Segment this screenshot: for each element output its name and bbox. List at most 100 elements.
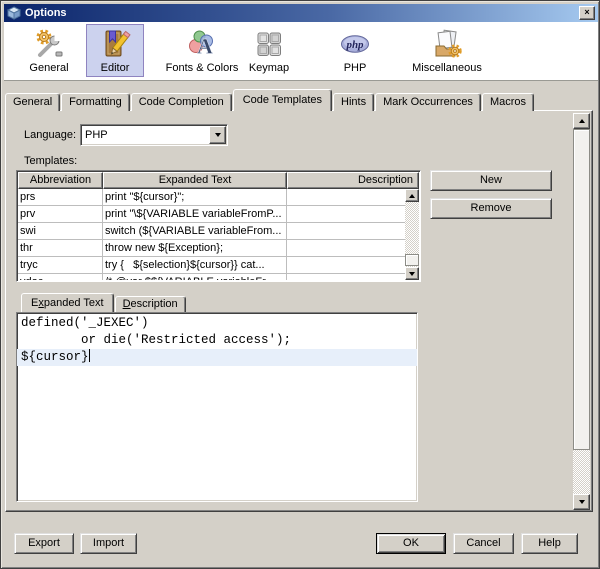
php-text-glyph: php <box>345 39 364 51</box>
combo-dropdown-button[interactable] <box>209 126 226 144</box>
ok-button[interactable]: OK <box>376 533 446 554</box>
tab-description[interactable]: Description <box>115 296 186 312</box>
cell-abbreviation: prv <box>18 206 103 223</box>
expanded-text-editor[interactable]: defined('_JEXEC') or die('Restricted acc… <box>16 312 418 502</box>
options-dialog: Options × General <box>0 0 600 569</box>
editor-active-line: ${cursor} <box>17 349 417 366</box>
scrollbar-thumb[interactable] <box>573 129 590 450</box>
cell-abbreviation: vdoc <box>18 274 103 280</box>
table-row[interactable]: tryc try { ${selection}${cursor}} cat... <box>18 257 407 274</box>
language-label: Language: <box>24 129 76 141</box>
language-select[interactable]: PHP <box>80 124 228 146</box>
tab-mnemonic: D <box>123 298 131 310</box>
scrollbar-thumb[interactable] <box>405 254 419 266</box>
text-caret <box>89 349 91 362</box>
tab-macros[interactable]: Macros <box>482 93 534 111</box>
cell-expanded-text: switch (${VARIABLE variableFrom... <box>103 223 287 240</box>
scroll-down-button[interactable] <box>573 494 590 510</box>
tab-label-part: panded Text <box>44 297 104 309</box>
keyboard-keys-icon <box>253 28 285 60</box>
book-pencil-icon <box>99 28 131 60</box>
php-logo-icon: php <box>339 28 371 60</box>
category-keymap[interactable]: Keymap <box>239 24 299 77</box>
cell-expanded-text: print "${cursor}"; <box>103 189 287 206</box>
column-header-expanded-text[interactable]: Expanded Text <box>103 172 287 189</box>
tab-label-part: escription <box>131 298 178 310</box>
templates-table: Abbreviation Expanded Text Description p… <box>16 170 421 282</box>
close-button[interactable]: × <box>579 6 595 20</box>
table-row[interactable]: thr throw new ${Exception}; <box>18 240 407 257</box>
tab-mark-occurrences[interactable]: Mark Occurrences <box>375 93 481 111</box>
language-value: PHP <box>81 129 209 141</box>
tab-code-templates[interactable]: Code Templates <box>233 89 332 111</box>
scroll-up-button[interactable] <box>405 189 419 202</box>
scroll-up-button[interactable] <box>573 113 590 129</box>
color-circles-letter-icon: A <box>186 28 218 60</box>
tab-hints[interactable]: Hints <box>333 93 374 111</box>
category-label: Miscellaneous <box>412 62 482 74</box>
cell-description <box>287 274 407 280</box>
cell-abbreviation: swi <box>18 223 103 240</box>
category-label: Editor <box>101 62 130 74</box>
chevron-down-icon <box>579 500 585 504</box>
tab-code-completion[interactable]: Code Completion <box>131 93 232 111</box>
title-bar[interactable]: Options × <box>4 4 598 22</box>
table-row[interactable]: swi switch (${VARIABLE variableFrom... <box>18 223 407 240</box>
cell-expanded-text: throw new ${Exception}; <box>103 240 287 257</box>
category-miscellaneous[interactable]: Miscellaneous <box>404 24 490 77</box>
code-templates-panel: Language: PHP Templates: Abbreviation Ex… <box>5 110 593 512</box>
remove-button[interactable]: Remove <box>430 198 552 219</box>
template-detail-tabstrip: Expanded Text Description <box>21 293 187 312</box>
chevron-down-icon <box>215 133 221 137</box>
cell-description <box>287 240 407 257</box>
cancel-button[interactable]: Cancel <box>453 533 514 554</box>
new-button[interactable]: New <box>430 170 552 191</box>
column-header-description[interactable]: Description <box>287 172 419 189</box>
editor-line-text: defined('_JEXEC') <box>21 316 149 330</box>
cell-expanded-text: /* @var $${VARIABLE variableFr... <box>103 274 287 280</box>
cell-description <box>287 189 407 206</box>
editor-line: defined('_JEXEC') <box>17 315 417 332</box>
table-row[interactable]: prv print "\${VARIABLE variableFromP... <box>18 206 407 223</box>
tab-general[interactable]: General <box>5 93 60 111</box>
editor-line-text: ${cursor} <box>21 350 89 364</box>
letter-a-glyph: A <box>197 34 213 59</box>
category-label: General <box>29 62 68 74</box>
table-header: Abbreviation Expanded Text Description <box>18 172 419 189</box>
category-editor[interactable]: Editor <box>86 24 144 77</box>
editor-line-text: or die('Restricted access'); <box>21 333 291 347</box>
gears-wrench-icon <box>33 28 65 60</box>
cell-abbreviation: prs <box>18 189 103 206</box>
column-header-abbreviation[interactable]: Abbreviation <box>18 172 103 189</box>
table-vertical-scrollbar[interactable] <box>405 189 419 280</box>
table-row[interactable]: prs print "${cursor}"; <box>18 189 407 206</box>
window-title: Options <box>25 7 579 19</box>
table-row[interactable]: vdoc /* @var $${VARIABLE variableFr... <box>18 274 407 280</box>
cell-abbreviation: tryc <box>18 257 103 274</box>
editor-line: or die('Restricted access'); <box>17 332 417 349</box>
cell-description <box>287 223 407 240</box>
category-general[interactable]: General <box>18 24 80 77</box>
chevron-up-icon <box>409 194 415 198</box>
chevron-up-icon <box>579 119 585 123</box>
cell-abbreviation: thr <box>18 240 103 257</box>
papers-gear-icon <box>431 28 463 60</box>
chevron-down-icon <box>409 272 415 276</box>
cell-expanded-text: try { ${selection}${cursor}} cat... <box>103 257 287 274</box>
category-label: Keymap <box>249 62 289 74</box>
help-button[interactable]: Help <box>521 533 578 554</box>
cell-description <box>287 257 407 274</box>
scroll-down-button[interactable] <box>405 267 419 280</box>
tab-formatting[interactable]: Formatting <box>61 93 130 111</box>
panel-vertical-scrollbar[interactable] <box>573 113 590 510</box>
tab-expanded-text[interactable]: Expanded Text <box>21 293 114 312</box>
category-php[interactable]: php PHP <box>325 24 385 77</box>
import-button[interactable]: Import <box>80 533 137 554</box>
templates-label: Templates: <box>24 155 77 167</box>
export-button[interactable]: Export <box>14 533 74 554</box>
window-cube-icon <box>7 6 21 20</box>
category-label: PHP <box>344 62 367 74</box>
category-fonts-colors[interactable]: A Fonts & Colors <box>157 24 247 77</box>
cell-expanded-text: print "\${VARIABLE variableFromP... <box>103 206 287 223</box>
editor-settings-tabstrip: General Formatting Code Completion Code … <box>5 89 535 111</box>
